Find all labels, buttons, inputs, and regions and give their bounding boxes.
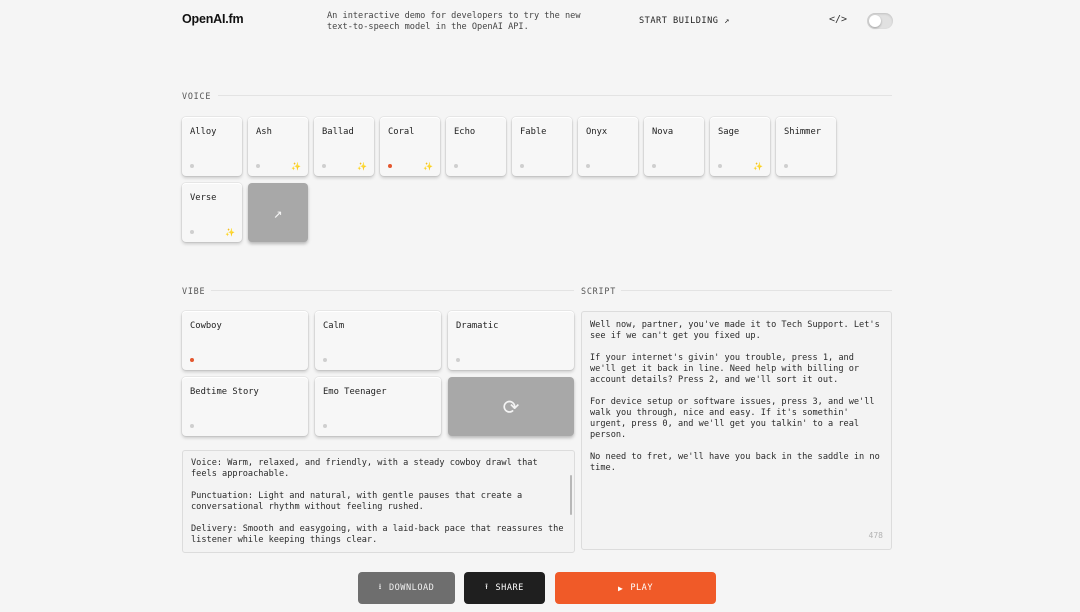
- voice-name: Ballad: [322, 127, 354, 137]
- sparkle-icon: ✨: [357, 162, 367, 171]
- refresh-icon: ⟳: [502, 394, 520, 419]
- vibe-option-emo-teenager[interactable]: Emo Teenager: [315, 377, 441, 436]
- share-label: SHARE: [495, 583, 524, 593]
- voice-section-label: VOICE: [182, 91, 212, 101]
- voice-option-ballad[interactable]: Ballad ✨: [314, 117, 374, 176]
- voice-option-ash[interactable]: Ash ✨: [248, 117, 308, 176]
- indicator-dot: [190, 164, 194, 168]
- voice-option-coral[interactable]: Coral ✨: [380, 117, 440, 176]
- vibe-name: Cowboy: [190, 321, 222, 331]
- sparkle-icon: ✨: [225, 228, 235, 237]
- indicator-dot: [520, 164, 524, 168]
- vibe-option-cowboy[interactable]: Cowboy: [182, 311, 308, 370]
- vibe-name: Dramatic: [456, 321, 499, 331]
- download-icon: ⭳: [378, 582, 382, 591]
- indicator-dot: [256, 164, 260, 168]
- play-button[interactable]: ▶ PLAY: [555, 572, 716, 604]
- voice-option-shimmer[interactable]: Shimmer: [776, 117, 836, 176]
- voice-option-nova[interactable]: Nova: [644, 117, 704, 176]
- selected-indicator-dot: [388, 164, 392, 168]
- script-paragraph: Well now, partner, you've made it to Tec…: [590, 320, 880, 341]
- script-textarea[interactable]: Well now, partner, you've made it to Tec…: [581, 311, 892, 550]
- indicator-dot: [323, 358, 327, 362]
- indicator-dot: [190, 230, 194, 234]
- download-label: DOWNLOAD: [388, 583, 435, 593]
- play-label: PLAY: [630, 583, 654, 593]
- script-paragraph: No need to fret, we'll have you back in …: [590, 452, 880, 473]
- voice-name: Coral: [388, 127, 415, 137]
- indicator-dot: [718, 164, 722, 168]
- voice-name: Echo: [454, 127, 476, 137]
- voice-option-fable[interactable]: Fable: [512, 117, 572, 176]
- voice-name: Fable: [520, 127, 547, 137]
- voice-option-verse[interactable]: Verse ✨: [182, 183, 242, 242]
- indicator-dot: [784, 164, 788, 168]
- share-button[interactable]: ⭱ SHARE: [464, 572, 545, 604]
- voice-name: Onyx: [586, 127, 608, 137]
- vibe-divider: [211, 290, 574, 291]
- sparkle-icon: ✨: [423, 162, 433, 171]
- voice-option-echo[interactable]: Echo: [446, 117, 506, 176]
- voice-name: Ash: [256, 127, 272, 137]
- indicator-dot: [322, 164, 326, 168]
- selected-indicator-dot: [190, 358, 194, 362]
- arrow-up-right-icon: ↗: [273, 203, 283, 222]
- random-voice-button[interactable]: ↗: [248, 183, 308, 242]
- vibe-description-line: Punctuation: Light and natural, with gen…: [191, 491, 523, 512]
- voice-name: Shimmer: [784, 127, 822, 137]
- indicator-dot: [586, 164, 590, 168]
- shuffle-vibe-button[interactable]: ⟳: [448, 377, 574, 436]
- voice-name: Nova: [652, 127, 674, 137]
- voice-option-sage[interactable]: Sage ✨: [710, 117, 770, 176]
- share-icon: ⭱: [485, 582, 489, 591]
- scrollbar[interactable]: [570, 475, 572, 515]
- vibe-name: Emo Teenager: [323, 387, 387, 397]
- indicator-dot: [456, 358, 460, 362]
- tagline: An interactive demo for developers to tr…: [327, 11, 581, 32]
- voice-option-alloy[interactable]: Alloy: [182, 117, 242, 176]
- indicator-dot: [652, 164, 656, 168]
- logo[interactable]: OpenAI.fm: [182, 12, 244, 26]
- top-bar: OpenAI.fm An interactive demo for develo…: [0, 0, 1080, 44]
- toggle-knob: [869, 15, 881, 27]
- script-divider: [621, 290, 892, 291]
- sparkle-icon: ✨: [291, 162, 301, 171]
- vibe-description-line: Delivery: Smooth and easygoing, with a l…: [191, 524, 564, 545]
- vibe-option-bedtime-story[interactable]: Bedtime Story: [182, 377, 308, 436]
- vibe-name: Bedtime Story: [190, 387, 259, 397]
- start-building-link[interactable]: START BUILDING ↗: [639, 16, 730, 26]
- voice-name: Verse: [190, 193, 217, 203]
- voice-divider: [218, 95, 892, 96]
- code-icon[interactable]: </>: [829, 14, 847, 25]
- download-button[interactable]: ⭳ DOWNLOAD: [358, 572, 455, 604]
- script-paragraph: If your internet's givin' you trouble, p…: [590, 353, 860, 385]
- vibe-section-label: VIBE: [182, 286, 206, 296]
- script-paragraph: For device setup or software issues, pre…: [590, 397, 875, 440]
- theme-toggle[interactable]: [867, 13, 893, 29]
- sparkle-icon: ✨: [753, 162, 763, 171]
- indicator-dot: [190, 424, 194, 428]
- vibe-description-line: Voice: Warm, relaxed, and friendly, with…: [191, 458, 538, 479]
- play-icon: ▶: [617, 583, 624, 593]
- voice-name: Alloy: [190, 127, 217, 137]
- voice-option-onyx[interactable]: Onyx: [578, 117, 638, 176]
- indicator-dot: [323, 424, 327, 428]
- voice-name: Sage: [718, 127, 740, 137]
- script-section-label: SCRIPT: [581, 286, 617, 296]
- vibe-name: Calm: [323, 321, 345, 331]
- char-count: 478: [868, 531, 883, 540]
- vibe-option-calm[interactable]: Calm: [315, 311, 441, 370]
- vibe-option-dramatic[interactable]: Dramatic: [448, 311, 574, 370]
- vibe-description-textarea[interactable]: Voice: Warm, relaxed, and friendly, with…: [182, 450, 575, 553]
- indicator-dot: [454, 164, 458, 168]
